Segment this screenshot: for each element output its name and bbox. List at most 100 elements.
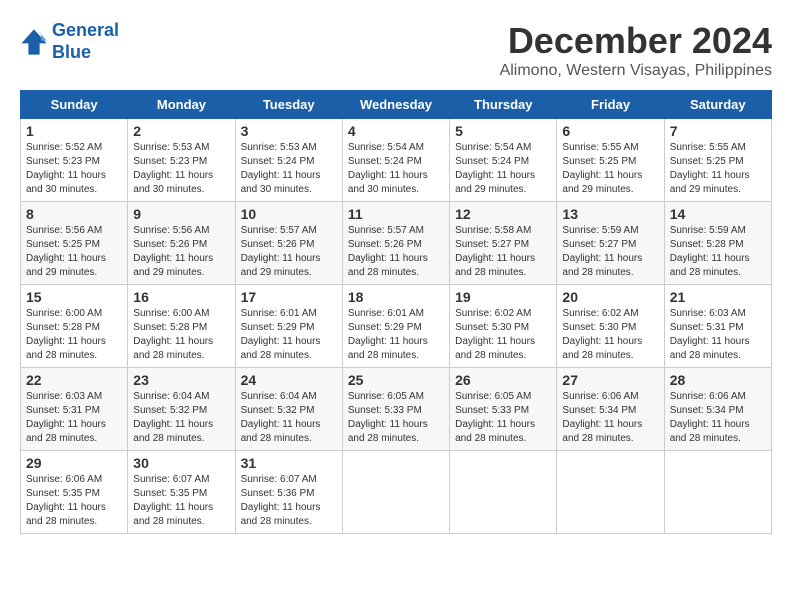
day-number: 22 <box>26 372 122 388</box>
day-info: Sunrise: 5:56 AM Sunset: 5:25 PM Dayligh… <box>26 224 122 280</box>
day-number: 2 <box>133 123 229 139</box>
day-info: Sunrise: 5:53 AM Sunset: 5:24 PM Dayligh… <box>241 141 337 197</box>
day-info: Sunrise: 5:53 AM Sunset: 5:23 PM Dayligh… <box>133 141 229 197</box>
table-row: 13 Sunrise: 5:59 AM Sunset: 5:27 PM Dayl… <box>557 202 664 285</box>
day-number: 19 <box>455 289 551 305</box>
calendar-week-row: 8 Sunrise: 5:56 AM Sunset: 5:25 PM Dayli… <box>21 202 772 285</box>
day-info: Sunrise: 5:59 AM Sunset: 5:27 PM Dayligh… <box>562 224 658 280</box>
day-number: 23 <box>133 372 229 388</box>
day-info: Sunrise: 6:02 AM Sunset: 5:30 PM Dayligh… <box>455 307 551 363</box>
day-number: 28 <box>670 372 766 388</box>
day-info: Sunrise: 6:06 AM Sunset: 5:34 PM Dayligh… <box>670 390 766 446</box>
day-info: Sunrise: 6:03 AM Sunset: 5:31 PM Dayligh… <box>26 390 122 446</box>
logo-line2: Blue <box>52 42 91 62</box>
table-row: 18 Sunrise: 6:01 AM Sunset: 5:29 PM Dayl… <box>342 285 449 368</box>
logo-icon <box>20 28 48 56</box>
day-number: 30 <box>133 455 229 471</box>
table-row: 27 Sunrise: 6:06 AM Sunset: 5:34 PM Dayl… <box>557 368 664 451</box>
day-info: Sunrise: 5:54 AM Sunset: 5:24 PM Dayligh… <box>455 141 551 197</box>
table-row: 20 Sunrise: 6:02 AM Sunset: 5:30 PM Dayl… <box>557 285 664 368</box>
col-monday: Monday <box>128 91 235 119</box>
table-row: 22 Sunrise: 6:03 AM Sunset: 5:31 PM Dayl… <box>21 368 128 451</box>
day-number: 1 <box>26 123 122 139</box>
table-row: 6 Sunrise: 5:55 AM Sunset: 5:25 PM Dayli… <box>557 119 664 202</box>
logo: General Blue <box>20 20 119 63</box>
day-info: Sunrise: 5:55 AM Sunset: 5:25 PM Dayligh… <box>670 141 766 197</box>
day-number: 31 <box>241 455 337 471</box>
day-info: Sunrise: 5:54 AM Sunset: 5:24 PM Dayligh… <box>348 141 444 197</box>
day-number: 24 <box>241 372 337 388</box>
table-row: 11 Sunrise: 5:57 AM Sunset: 5:26 PM Dayl… <box>342 202 449 285</box>
table-row: 19 Sunrise: 6:02 AM Sunset: 5:30 PM Dayl… <box>450 285 557 368</box>
table-row: 8 Sunrise: 5:56 AM Sunset: 5:25 PM Dayli… <box>21 202 128 285</box>
table-row: 29 Sunrise: 6:06 AM Sunset: 5:35 PM Dayl… <box>21 451 128 534</box>
table-row: 7 Sunrise: 5:55 AM Sunset: 5:25 PM Dayli… <box>664 119 771 202</box>
day-info: Sunrise: 6:01 AM Sunset: 5:29 PM Dayligh… <box>241 307 337 363</box>
day-number: 3 <box>241 123 337 139</box>
day-number: 15 <box>26 289 122 305</box>
day-number: 20 <box>562 289 658 305</box>
day-info: Sunrise: 5:52 AM Sunset: 5:23 PM Dayligh… <box>26 141 122 197</box>
table-row <box>557 451 664 534</box>
title-block: December 2024 Alimono, Western Visayas, … <box>500 20 772 80</box>
day-number: 4 <box>348 123 444 139</box>
day-info: Sunrise: 5:56 AM Sunset: 5:26 PM Dayligh… <box>133 224 229 280</box>
day-info: Sunrise: 5:57 AM Sunset: 5:26 PM Dayligh… <box>241 224 337 280</box>
table-row: 4 Sunrise: 5:54 AM Sunset: 5:24 PM Dayli… <box>342 119 449 202</box>
day-info: Sunrise: 6:00 AM Sunset: 5:28 PM Dayligh… <box>133 307 229 363</box>
day-info: Sunrise: 6:05 AM Sunset: 5:33 PM Dayligh… <box>455 390 551 446</box>
table-row: 12 Sunrise: 5:58 AM Sunset: 5:27 PM Dayl… <box>450 202 557 285</box>
col-saturday: Saturday <box>664 91 771 119</box>
table-row: 15 Sunrise: 6:00 AM Sunset: 5:28 PM Dayl… <box>21 285 128 368</box>
day-info: Sunrise: 6:01 AM Sunset: 5:29 PM Dayligh… <box>348 307 444 363</box>
page-header: General Blue December 2024 Alimono, West… <box>20 20 772 80</box>
day-info: Sunrise: 5:58 AM Sunset: 5:27 PM Dayligh… <box>455 224 551 280</box>
table-row: 23 Sunrise: 6:04 AM Sunset: 5:32 PM Dayl… <box>128 368 235 451</box>
day-number: 18 <box>348 289 444 305</box>
day-info: Sunrise: 6:06 AM Sunset: 5:34 PM Dayligh… <box>562 390 658 446</box>
table-row: 1 Sunrise: 5:52 AM Sunset: 5:23 PM Dayli… <box>21 119 128 202</box>
table-row: 31 Sunrise: 6:07 AM Sunset: 5:36 PM Dayl… <box>235 451 342 534</box>
day-info: Sunrise: 6:04 AM Sunset: 5:32 PM Dayligh… <box>241 390 337 446</box>
day-number: 29 <box>26 455 122 471</box>
table-row: 2 Sunrise: 5:53 AM Sunset: 5:23 PM Dayli… <box>128 119 235 202</box>
day-number: 27 <box>562 372 658 388</box>
day-info: Sunrise: 6:04 AM Sunset: 5:32 PM Dayligh… <box>133 390 229 446</box>
day-number: 14 <box>670 206 766 222</box>
day-number: 6 <box>562 123 658 139</box>
day-number: 11 <box>348 206 444 222</box>
col-tuesday: Tuesday <box>235 91 342 119</box>
table-row: 30 Sunrise: 6:07 AM Sunset: 5:35 PM Dayl… <box>128 451 235 534</box>
table-row: 24 Sunrise: 6:04 AM Sunset: 5:32 PM Dayl… <box>235 368 342 451</box>
day-number: 10 <box>241 206 337 222</box>
table-row: 25 Sunrise: 6:05 AM Sunset: 5:33 PM Dayl… <box>342 368 449 451</box>
day-info: Sunrise: 6:05 AM Sunset: 5:33 PM Dayligh… <box>348 390 444 446</box>
logo-line1: General <box>52 20 119 40</box>
table-row: 21 Sunrise: 6:03 AM Sunset: 5:31 PM Dayl… <box>664 285 771 368</box>
day-number: 13 <box>562 206 658 222</box>
day-number: 7 <box>670 123 766 139</box>
month-title: December 2024 <box>500 20 772 62</box>
day-number: 8 <box>26 206 122 222</box>
table-row: 28 Sunrise: 6:06 AM Sunset: 5:34 PM Dayl… <box>664 368 771 451</box>
table-row: 26 Sunrise: 6:05 AM Sunset: 5:33 PM Dayl… <box>450 368 557 451</box>
col-wednesday: Wednesday <box>342 91 449 119</box>
table-row: 3 Sunrise: 5:53 AM Sunset: 5:24 PM Dayli… <box>235 119 342 202</box>
col-thursday: Thursday <box>450 91 557 119</box>
table-row: 17 Sunrise: 6:01 AM Sunset: 5:29 PM Dayl… <box>235 285 342 368</box>
calendar-week-row: 22 Sunrise: 6:03 AM Sunset: 5:31 PM Dayl… <box>21 368 772 451</box>
table-row: 9 Sunrise: 5:56 AM Sunset: 5:26 PM Dayli… <box>128 202 235 285</box>
calendar-week-row: 1 Sunrise: 5:52 AM Sunset: 5:23 PM Dayli… <box>21 119 772 202</box>
day-info: Sunrise: 6:07 AM Sunset: 5:35 PM Dayligh… <box>133 473 229 529</box>
table-row <box>342 451 449 534</box>
day-number: 16 <box>133 289 229 305</box>
location-title: Alimono, Western Visayas, Philippines <box>500 62 772 80</box>
day-number: 12 <box>455 206 551 222</box>
day-number: 21 <box>670 289 766 305</box>
table-row: 10 Sunrise: 5:57 AM Sunset: 5:26 PM Dayl… <box>235 202 342 285</box>
table-row <box>450 451 557 534</box>
calendar-week-row: 29 Sunrise: 6:06 AM Sunset: 5:35 PM Dayl… <box>21 451 772 534</box>
calendar-week-row: 15 Sunrise: 6:00 AM Sunset: 5:28 PM Dayl… <box>21 285 772 368</box>
col-friday: Friday <box>557 91 664 119</box>
table-row: 14 Sunrise: 5:59 AM Sunset: 5:28 PM Dayl… <box>664 202 771 285</box>
